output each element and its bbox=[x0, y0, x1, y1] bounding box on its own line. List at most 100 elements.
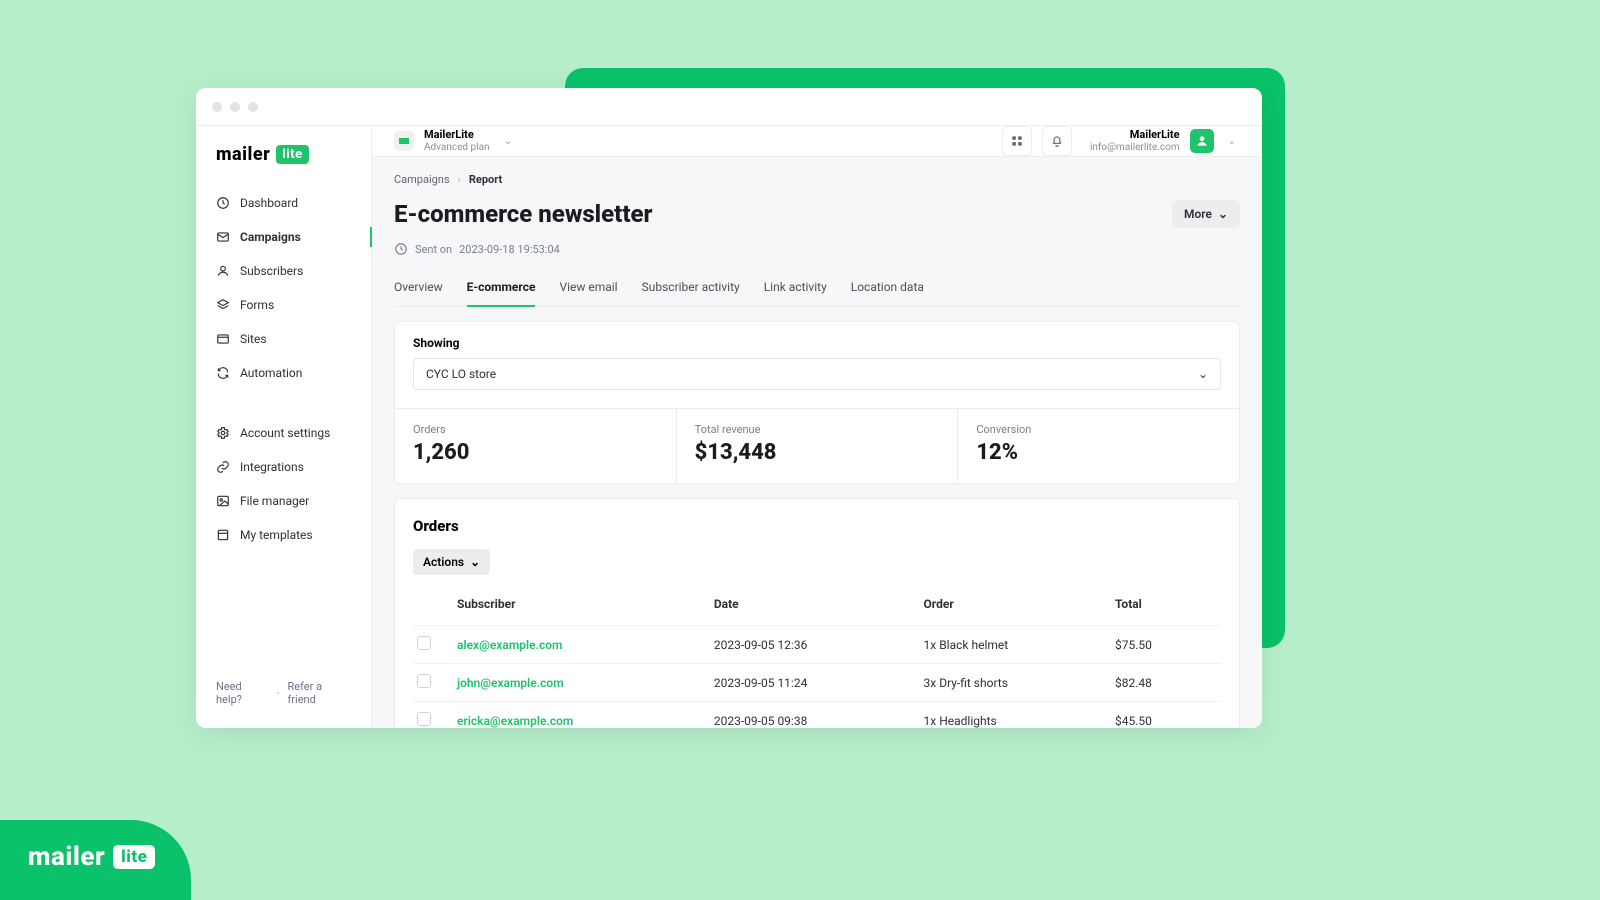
sidebar-item-automation[interactable]: Automation bbox=[196, 357, 371, 389]
brand-name: mailer bbox=[216, 144, 270, 165]
table-row: john@example.com 2023-09-05 11:24 3x Dry… bbox=[413, 664, 1221, 702]
stat-value: $13,448 bbox=[695, 440, 940, 465]
sidebar-item-dashboard[interactable]: Dashboard bbox=[196, 187, 371, 219]
subscriber-link[interactable]: alex@example.com bbox=[457, 638, 562, 652]
row-checkbox[interactable] bbox=[417, 712, 431, 726]
orders-title: Orders bbox=[413, 517, 1221, 535]
window-titlebar bbox=[196, 88, 1262, 126]
window-close-dot[interactable] bbox=[212, 102, 222, 112]
actions-button[interactable]: Actions ⌄ bbox=[413, 549, 490, 575]
user-name: MailerLite bbox=[1130, 129, 1180, 141]
clock-icon bbox=[216, 196, 230, 210]
tab-label: Location data bbox=[851, 280, 924, 294]
clock-icon bbox=[394, 242, 408, 256]
subscriber-link[interactable]: ericka@example.com bbox=[457, 714, 573, 728]
grid-icon bbox=[1010, 134, 1024, 148]
store-select-value: CYC LO store bbox=[426, 367, 496, 381]
tab-overview[interactable]: Overview bbox=[394, 270, 443, 306]
row-checkbox[interactable] bbox=[417, 636, 431, 650]
sent-timestamp: 2023-09-18 19:53:04 bbox=[459, 243, 560, 256]
content: MailerLite Advanced plan ⌄ MailerLite in… bbox=[372, 126, 1262, 728]
cell-total: $82.48 bbox=[1111, 664, 1221, 702]
sent-line: Sent on 2023-09-18 19:53:04 bbox=[394, 242, 1240, 256]
actions-button-label: Actions bbox=[423, 555, 464, 569]
sidebar: mailer lite Dashboard Campaigns Subscrib… bbox=[196, 126, 372, 728]
row-checkbox[interactable] bbox=[417, 674, 431, 688]
stat-value: 12% bbox=[976, 440, 1221, 465]
chevron-down-icon: ⌄ bbox=[500, 136, 516, 147]
chevron-down-icon: ⌄ bbox=[1218, 207, 1228, 221]
subscriber-link[interactable]: john@example.com bbox=[457, 676, 564, 690]
cell-date: 2023-09-05 11:24 bbox=[710, 664, 920, 702]
orders-table: Subscriber Date Order Total alex@example… bbox=[413, 589, 1221, 728]
chevron-down-icon: ⌄ bbox=[1198, 367, 1208, 381]
mail-icon bbox=[216, 230, 230, 244]
sidebar-item-sites[interactable]: Sites bbox=[196, 323, 371, 355]
cell-total: $45.50 bbox=[1111, 702, 1221, 729]
apps-button[interactable] bbox=[1002, 126, 1032, 156]
col-total: Total bbox=[1111, 589, 1221, 626]
user-menu[interactable]: MailerLite info@mailerlite.com ⌄ bbox=[1090, 129, 1240, 153]
image-icon bbox=[216, 494, 230, 508]
sidebar-item-forms[interactable]: Forms bbox=[196, 289, 371, 321]
gear-icon bbox=[216, 426, 230, 440]
tab-label: View email bbox=[559, 280, 617, 294]
account-name: MailerLite bbox=[424, 129, 490, 141]
breadcrumb-root[interactable]: Campaigns bbox=[394, 173, 450, 186]
brand-logo: mailer lite bbox=[196, 144, 371, 187]
sidebar-item-label: Account settings bbox=[240, 426, 330, 440]
tab-location-data[interactable]: Location data bbox=[851, 270, 924, 306]
tab-subscriber-activity[interactable]: Subscriber activity bbox=[642, 270, 740, 306]
sidebar-item-account-settings[interactable]: Account settings bbox=[196, 417, 371, 449]
tab-view-email[interactable]: View email bbox=[559, 270, 617, 306]
sidebar-item-integrations[interactable]: Integrations bbox=[196, 451, 371, 483]
breadcrumb-current: Report bbox=[469, 173, 502, 186]
sidebar-item-my-templates[interactable]: My templates bbox=[196, 519, 371, 551]
col-subscriber: Subscriber bbox=[453, 589, 710, 626]
window-controls bbox=[212, 102, 258, 112]
cell-date: 2023-09-05 09:38 bbox=[710, 702, 920, 729]
stat-label: Conversion bbox=[976, 423, 1221, 436]
window-min-dot[interactable] bbox=[230, 102, 240, 112]
dot-divider: · bbox=[277, 687, 280, 700]
account-switcher[interactable]: MailerLite Advanced plan ⌄ bbox=[394, 129, 516, 152]
tab-label: Subscriber activity bbox=[642, 280, 740, 294]
sent-prefix: Sent on bbox=[415, 243, 452, 256]
user-email: info@mailerlite.com bbox=[1090, 142, 1180, 153]
sidebar-item-label: My templates bbox=[240, 528, 313, 542]
app-window: mailer lite Dashboard Campaigns Subscrib… bbox=[196, 88, 1262, 728]
notifications-button[interactable] bbox=[1042, 126, 1072, 156]
sidebar-footer: Need help? · Refer a friend bbox=[196, 680, 371, 718]
more-button-label: More bbox=[1184, 207, 1212, 221]
sidebar-item-subscribers[interactable]: Subscribers bbox=[196, 255, 371, 287]
store-select[interactable]: CYC LO store ⌄ bbox=[413, 358, 1221, 390]
table-row: ericka@example.com 2023-09-05 09:38 1x H… bbox=[413, 702, 1221, 729]
tab-label: Link activity bbox=[764, 280, 827, 294]
table-row: alex@example.com 2023-09-05 12:36 1x Bla… bbox=[413, 626, 1221, 664]
sidebar-item-file-manager[interactable]: File manager bbox=[196, 485, 371, 517]
help-link[interactable]: Need help? bbox=[216, 680, 269, 706]
window-icon bbox=[216, 332, 230, 346]
chevron-right-icon: › bbox=[458, 173, 461, 186]
refresh-icon bbox=[216, 366, 230, 380]
window-max-dot[interactable] bbox=[248, 102, 258, 112]
tab-link-activity[interactable]: Link activity bbox=[764, 270, 827, 306]
user-icon bbox=[216, 264, 230, 278]
cell-total: $75.50 bbox=[1111, 626, 1221, 664]
stat-label: Total revenue bbox=[695, 423, 940, 436]
template-icon bbox=[216, 528, 230, 542]
bell-icon bbox=[1050, 134, 1064, 148]
sidebar-item-label: Campaigns bbox=[240, 230, 301, 244]
stat-conversion: Conversion 12% bbox=[958, 409, 1239, 483]
refer-link[interactable]: Refer a friend bbox=[287, 680, 351, 706]
col-order: Order bbox=[920, 589, 1111, 626]
tab-label: E-commerce bbox=[467, 280, 536, 294]
col-date: Date bbox=[710, 589, 920, 626]
chevron-down-icon: ⌄ bbox=[1224, 136, 1240, 147]
tab-ecommerce[interactable]: E-commerce bbox=[467, 270, 536, 306]
orders-card: Orders Actions ⌄ Subscriber Date Order bbox=[394, 498, 1240, 728]
sidebar-item-campaigns[interactable]: Campaigns bbox=[196, 221, 371, 253]
layers-icon bbox=[216, 298, 230, 312]
more-button[interactable]: More ⌄ bbox=[1172, 200, 1240, 228]
sidebar-item-label: Sites bbox=[240, 332, 267, 346]
